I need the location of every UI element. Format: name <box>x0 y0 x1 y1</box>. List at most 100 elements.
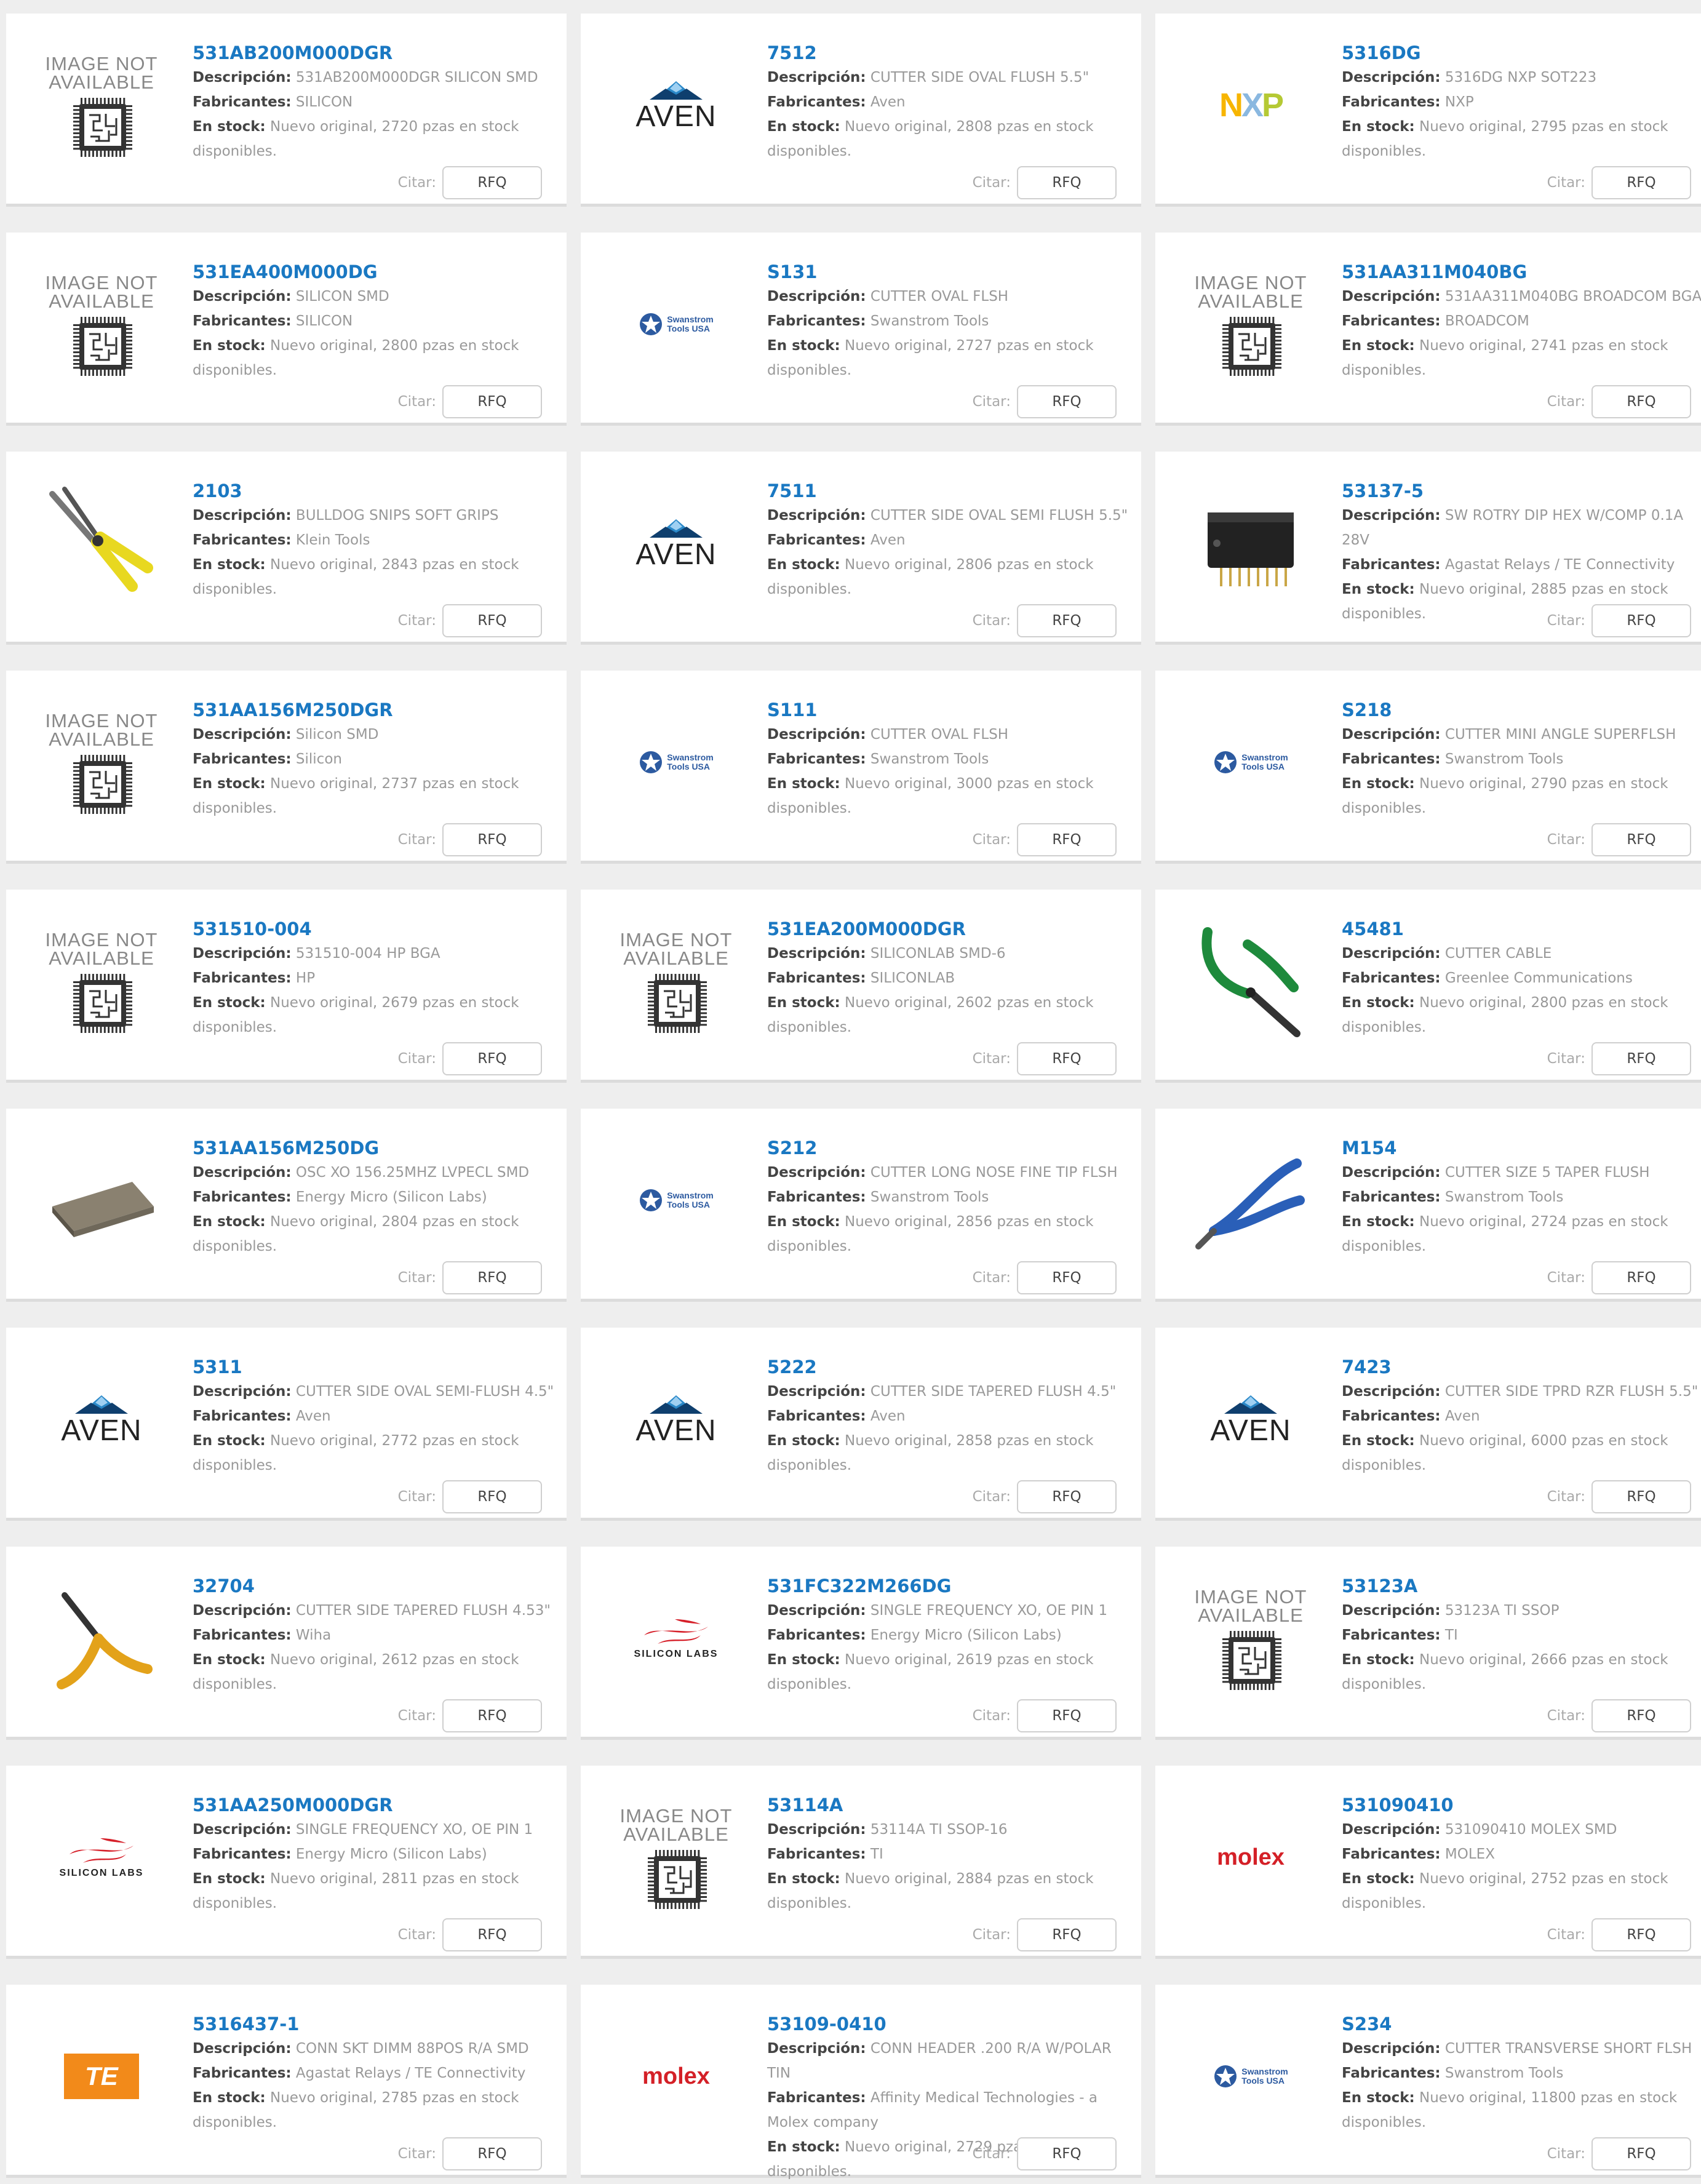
stock-line-label: En stock: <box>1342 1871 1415 1887</box>
rfq-button[interactable]: RFQ <box>442 1699 542 1732</box>
part-number-link[interactable]: 531AA250M000DGR <box>193 1793 560 1817</box>
description-line: Descripción: 531090410 MOLEX SMD <box>1342 1817 1701 1842</box>
stock-line-label: En stock: <box>1342 119 1415 135</box>
rfq-button[interactable]: RFQ <box>1017 1480 1117 1513</box>
part-number-link[interactable]: S218 <box>1342 698 1701 722</box>
rfq-button[interactable]: RFQ <box>1591 385 1691 418</box>
rfq-button[interactable]: RFQ <box>1017 1918 1117 1951</box>
rfq-button[interactable]: RFQ <box>1591 166 1691 199</box>
product-info: 531090410 Descripción: 531090410 MOLEX SM… <box>1342 1793 1701 1916</box>
part-number-link[interactable]: 5316DG <box>1342 41 1701 65</box>
part-number-link[interactable]: S212 <box>767 1136 1135 1160</box>
description-line: Descripción: CUTTER SIDE OVAL SEMI FLUSH… <box>767 503 1135 528</box>
rfq-button[interactable]: RFQ <box>442 1918 542 1951</box>
part-number-link[interactable]: 531EA200M000DGR <box>767 917 1135 941</box>
rfq-button[interactable]: RFQ <box>442 1261 542 1294</box>
part-number-link[interactable]: M154 <box>1342 1136 1701 1160</box>
description-line: Descripción: OSC XO 156.25MHZ LVPECL SMD <box>193 1160 560 1185</box>
product-image: Swanstrom Tools USA <box>611 1136 741 1265</box>
rfq-button[interactable]: RFQ <box>442 166 542 199</box>
aven-logo: AVEN <box>635 518 717 571</box>
part-number-link[interactable]: 53123A <box>1342 1574 1701 1598</box>
image-not-available-placeholder: IMAGE NOT AVAILABLE <box>1195 273 1307 376</box>
part-number-link[interactable]: 531090410 <box>1342 1793 1701 1817</box>
product-image <box>37 479 166 608</box>
rfq-button[interactable]: RFQ <box>442 823 542 856</box>
rfq-button[interactable]: RFQ <box>442 604 542 637</box>
stock-line-label: En stock: <box>767 557 840 573</box>
product-info: S111 Descripción: CUTTER OVAL FLSH Fabrica… <box>767 698 1135 821</box>
manufacturer-line-value: Greenlee Communications <box>1440 970 1633 986</box>
description-line-label: Descripción: <box>193 727 292 743</box>
manufacturer-line: Fabricantes: Swanstrom Tools <box>1342 2061 1701 2086</box>
description-line-label: Descripción: <box>193 946 292 962</box>
part-number-link[interactable]: 531AA156M250DG <box>193 1136 560 1160</box>
rfq-button[interactable]: RFQ <box>1017 1042 1117 1075</box>
rfq-button[interactable]: RFQ <box>1591 604 1691 637</box>
rfq-button[interactable]: RFQ <box>1017 1699 1117 1732</box>
product-image: IMAGE NOT AVAILABLE <box>37 260 166 389</box>
manufacturer-line-label: Fabricantes: <box>193 1846 292 1862</box>
part-number-link[interactable]: 32704 <box>193 1574 560 1598</box>
placeholder-text: AVAILABLE <box>623 1823 729 1845</box>
product-info: 531AA311M040BG Descripción: 531AA311M040B… <box>1342 260 1701 383</box>
part-number-link[interactable]: 5222 <box>767 1355 1135 1379</box>
nxp-logo: NXP <box>1219 86 1284 124</box>
part-number-link[interactable]: 2103 <box>193 479 560 503</box>
product-card: IMAGE NOT AVAILABLE 531EA200M000DGR Descrip… <box>581 890 1141 1083</box>
placeholder-text: IMAGE NOT <box>1194 1586 1307 1608</box>
part-number-link[interactable]: S111 <box>767 698 1135 722</box>
part-number-link[interactable]: 53109-0410 <box>767 2012 1135 2036</box>
part-number-link[interactable]: 531FC322M266DG <box>767 1574 1135 1598</box>
manufacturer-line: Fabricantes: TI <box>767 1842 1135 1867</box>
part-number-link[interactable]: 53114A <box>767 1793 1135 1817</box>
manufacturer-line: Fabricantes: Aven <box>767 528 1135 552</box>
rfq-button[interactable]: RFQ <box>1017 604 1117 637</box>
part-number-link[interactable]: 5316437-1 <box>193 2012 560 2036</box>
rfq-button[interactable]: RFQ <box>1591 1480 1691 1513</box>
stock-line: En stock: Nuevo original, 2612 pzas en s… <box>193 1648 560 1697</box>
aven-wordmark: AVEN <box>635 538 717 571</box>
chip-icon <box>647 1849 707 1909</box>
part-number-link[interactable]: 53137-5 <box>1342 479 1701 503</box>
rfq-button[interactable]: RFQ <box>1591 1042 1691 1075</box>
rfq-button[interactable]: RFQ <box>1017 823 1117 856</box>
part-number-link[interactable]: 531AA311M040BG <box>1342 260 1701 284</box>
part-number-link[interactable]: 45481 <box>1342 917 1701 941</box>
placeholder-text: AVAILABLE <box>1198 290 1304 312</box>
rfq-button[interactable]: RFQ <box>1591 2137 1691 2170</box>
manufacturer-line-value: Silicon <box>291 751 342 767</box>
product-image: NXP <box>1186 41 1315 170</box>
part-number-link[interactable]: 7512 <box>767 41 1135 65</box>
rfq-button[interactable]: RFQ <box>1017 166 1117 199</box>
rfq-button[interactable]: RFQ <box>1017 1261 1117 1294</box>
part-number-link[interactable]: 7511 <box>767 479 1135 503</box>
manufacturer-line-label: Fabricantes: <box>193 1189 292 1205</box>
part-number-link[interactable]: 5311 <box>193 1355 560 1379</box>
stock-line-label: En stock: <box>193 2090 266 2106</box>
rfq-button[interactable]: RFQ <box>1591 1699 1691 1732</box>
part-number-link[interactable]: 531510-004 <box>193 917 560 941</box>
part-number-link[interactable]: S131 <box>767 260 1135 284</box>
quote-area: Citar: RFQ <box>973 165 1117 200</box>
part-number-link[interactable]: 531EA400M000DG <box>193 260 560 284</box>
rfq-button[interactable]: RFQ <box>442 1480 542 1513</box>
rfq-button[interactable]: RFQ <box>1591 1918 1691 1951</box>
quote-area: Citar: RFQ <box>1547 165 1691 200</box>
swanstrom-logo: Swanstrom Tools USA <box>1213 2064 1288 2089</box>
snips-photo-icon <box>49 487 153 592</box>
manufacturer-line-label: Fabricantes: <box>767 94 866 110</box>
description-line-value: 53123A TI SSOP <box>1440 1603 1560 1619</box>
part-number-link[interactable]: 531AB200M000DGR <box>193 41 560 65</box>
part-number-link[interactable]: 7423 <box>1342 1355 1701 1379</box>
rfq-button[interactable]: RFQ <box>442 1042 542 1075</box>
part-number-link[interactable]: S234 <box>1342 2012 1701 2036</box>
rfq-button[interactable]: RFQ <box>442 385 542 418</box>
rfq-button[interactable]: RFQ <box>442 2137 542 2170</box>
description-line-label: Descripción: <box>193 508 292 524</box>
rfq-button[interactable]: RFQ <box>1591 823 1691 856</box>
part-number-link[interactable]: 531AA156M250DGR <box>193 698 560 722</box>
rfq-button[interactable]: RFQ <box>1591 1261 1691 1294</box>
rfq-button[interactable]: RFQ <box>1017 385 1117 418</box>
rfq-button[interactable]: RFQ <box>1017 2137 1117 2170</box>
